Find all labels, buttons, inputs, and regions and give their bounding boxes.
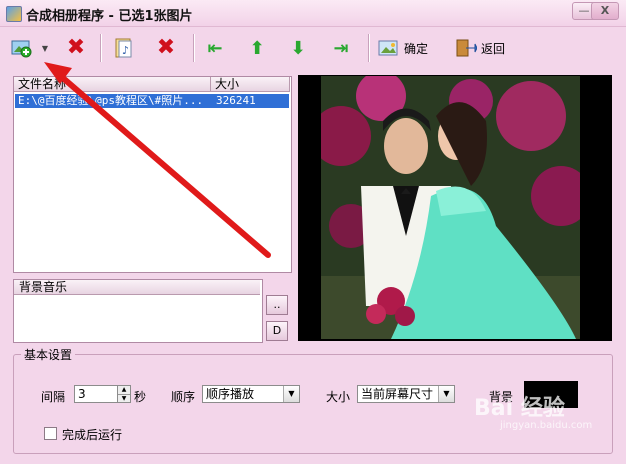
- delete-x-icon: ✖: [66, 35, 86, 60]
- size-select[interactable]: 当前屏幕尺寸 ▼: [357, 385, 455, 403]
- move-down-button[interactable]: ⬇: [285, 34, 311, 62]
- music-list-header: 背景音乐: [14, 280, 260, 295]
- ok-label: 确定: [404, 41, 429, 56]
- arrow-up-icon: ⬆: [249, 37, 265, 59]
- run-after-label: 完成后运行: [62, 428, 123, 442]
- chevron-down-icon[interactable]: ▼: [283, 386, 299, 402]
- delete-music-button[interactable]: D: [266, 321, 288, 341]
- run-after-checkbox[interactable]: [44, 427, 57, 440]
- file-list[interactable]: 文件名称 大小 E:\@百度经验\@ps教程区\#照片... 326241: [13, 76, 292, 273]
- remove-music-button[interactable]: ✖: [152, 34, 180, 62]
- order-select-value: 顺序播放: [206, 387, 255, 401]
- toolbar-separator: [193, 34, 195, 62]
- add-music-button[interactable]: ♪: [110, 34, 138, 62]
- add-image-icon: [11, 40, 32, 58]
- music-list[interactable]: 背景音乐: [13, 279, 263, 343]
- app-icon: [6, 6, 22, 22]
- interval-label: 间隔: [41, 390, 66, 404]
- image-preview: [298, 75, 612, 341]
- ok-button[interactable]: 确定: [378, 34, 440, 62]
- spin-down-icon[interactable]: ▼: [118, 395, 130, 403]
- basic-settings-legend: 基本设置: [21, 346, 76, 363]
- wedding-photo: [321, 76, 580, 339]
- interval-spinner[interactable]: ▲ ▼: [117, 385, 131, 403]
- browse-music-button[interactable]: ..: [266, 295, 288, 315]
- move-up-button[interactable]: ⬆: [244, 34, 270, 62]
- arrow-down-icon: ⬇: [290, 37, 306, 59]
- remove-image-button[interactable]: ✖: [62, 34, 90, 62]
- list-item[interactable]: E:\@百度经验\@ps教程区\#照片... 326241: [15, 94, 289, 108]
- chevron-down-icon: ▼: [41, 43, 49, 53]
- music-file-icon: ♪: [115, 38, 132, 58]
- column-header-filename[interactable]: 文件名称: [14, 77, 211, 92]
- spin-up-icon[interactable]: ▲: [118, 386, 130, 395]
- arrow-first-icon: ⇤: [207, 37, 223, 59]
- order-select[interactable]: 顺序播放 ▼: [202, 385, 300, 403]
- toolbar-separator: [368, 34, 370, 62]
- window-title: 合成相册程序 - 已选1张图片: [26, 9, 193, 24]
- interval-unit: 秒: [134, 390, 147, 404]
- order-label: 顺序: [171, 390, 196, 404]
- size-label: 大小: [326, 390, 351, 404]
- move-first-button[interactable]: ⇤: [202, 34, 228, 62]
- column-header-size[interactable]: 大小: [211, 77, 290, 92]
- baidu-watermark-url: jingyan.baidu.com: [500, 420, 593, 431]
- back-button[interactable]: 返回: [455, 34, 515, 62]
- svg-text:♪: ♪: [122, 44, 129, 57]
- toolbar-separator: [100, 34, 102, 62]
- add-image-button[interactable]: [8, 34, 36, 62]
- delete-x-icon: ✖: [156, 35, 176, 60]
- size-select-value: 当前屏幕尺寸: [361, 387, 434, 401]
- add-image-dropdown[interactable]: ▼: [38, 34, 52, 62]
- close-button[interactable]: X: [591, 2, 619, 20]
- chevron-down-icon[interactable]: ▼: [438, 386, 454, 402]
- file-size-cell: 326241: [216, 94, 256, 107]
- exit-door-icon: [456, 39, 477, 57]
- baidu-watermark: Bai 经验: [474, 396, 565, 421]
- file-name-cell: E:\@百度经验\@ps教程区\#照片...: [18, 94, 204, 107]
- picture-ok-icon: [378, 40, 398, 56]
- back-label: 返回: [481, 41, 506, 56]
- interval-input[interactable]: 3: [74, 385, 118, 403]
- move-last-button[interactable]: ⇥: [328, 34, 354, 62]
- arrow-last-icon: ⇥: [333, 37, 349, 59]
